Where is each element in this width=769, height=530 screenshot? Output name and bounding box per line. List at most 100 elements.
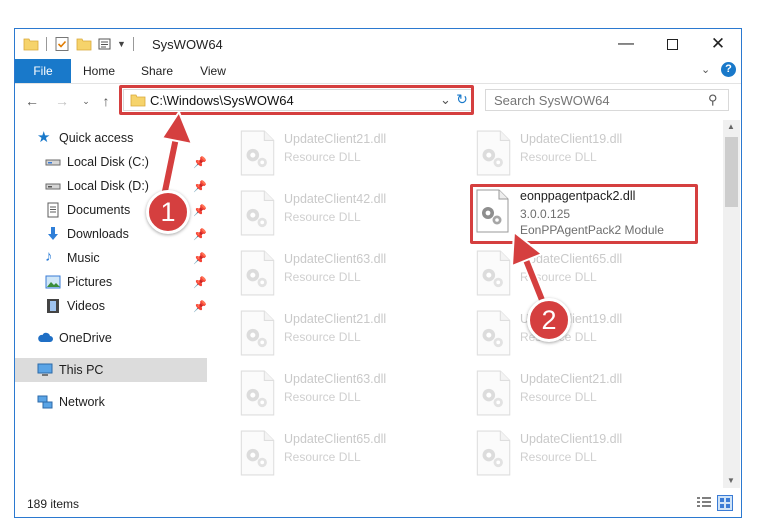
file-tile[interactable]: UpdateClient42.dll Resource DLL: [238, 186, 468, 240]
pin-icon[interactable]: 📌: [193, 228, 207, 241]
callout-badge-1: 1: [146, 190, 190, 234]
star-icon: ★: [37, 129, 51, 146]
sidebar-item-label: This PC: [59, 363, 104, 377]
cloud-icon: [38, 332, 53, 342]
drive-icon: [45, 159, 61, 166]
vertical-scrollbar[interactable]: ▲ ▼: [723, 120, 740, 488]
file-tile[interactable]: UpdateClient21.dll Resource DLL: [474, 366, 704, 420]
sidebar-item-label: Network: [59, 395, 105, 409]
sidebar-item-videos[interactable]: Videos 📌: [15, 294, 207, 318]
dll-file-icon: [476, 310, 511, 356]
file-name: UpdateClient21.dll: [284, 312, 387, 326]
pictures-icon: [45, 275, 61, 289]
details-view-icon[interactable]: [697, 497, 711, 509]
arrow-left-icon: ←: [25, 93, 39, 109]
new-folder-icon[interactable]: [76, 36, 92, 52]
quick-access-toolbar: ▼: [23, 35, 141, 53]
minimize-icon: —: [618, 35, 634, 52]
file-name: UpdateClient19.dll: [520, 432, 623, 446]
sidebar-item-label: Pictures: [67, 275, 113, 289]
tab-file[interactable]: File: [15, 59, 71, 83]
file-name: UpdateClient63.dll: [284, 372, 387, 386]
drive-icon: [45, 183, 61, 190]
customize-toolbar-icon[interactable]: [98, 36, 114, 52]
dll-file-icon: [476, 430, 511, 476]
scrollbar-thumb[interactable]: [725, 137, 738, 207]
sidebar-item-music[interactable]: ♪ Music 📌: [15, 246, 207, 270]
arrow-right-icon: →: [55, 93, 69, 109]
search-icon: ⚲: [708, 92, 718, 107]
sidebar-item-onedrive[interactable]: OneDrive: [15, 326, 207, 350]
pin-icon[interactable]: 📌: [193, 276, 207, 289]
large-icons-view-icon[interactable]: [717, 495, 733, 511]
title-bar: ▼ SysWOW64 — ✕: [15, 29, 741, 59]
file-tile[interactable]: UpdateClient19.dll Resource DLL: [474, 426, 704, 480]
close-button[interactable]: ✕: [695, 29, 741, 59]
file-type: Resource DLL: [284, 390, 361, 404]
properties-check-icon[interactable]: [54, 36, 70, 52]
file-name: UpdateClient21.dll: [284, 132, 387, 146]
close-icon: ✕: [710, 34, 726, 53]
sidebar-item-this-pc[interactable]: This PC: [15, 358, 207, 382]
scroll-up-icon[interactable]: ▲: [727, 122, 735, 131]
forward-button[interactable]: →: [53, 92, 71, 110]
file-name: UpdateClient19.dll: [520, 132, 623, 146]
tab-home[interactable]: Home: [77, 59, 121, 83]
toolbar-separator: [46, 37, 47, 51]
dll-file-icon: [240, 310, 275, 356]
sidebar-item-label: OneDrive: [59, 331, 112, 345]
file-tile[interactable]: UpdateClient19.dllResource DLL: [474, 306, 704, 360]
computer-monitor-icon: [37, 363, 53, 376]
status-bar: 189 items: [15, 490, 741, 517]
dll-file-icon: [240, 430, 275, 476]
file-tile[interactable]: UpdateClient21.dll Resource DLL: [238, 126, 468, 180]
dll-file-icon: [240, 190, 275, 236]
arrow-up-icon: ↑: [102, 93, 110, 109]
pin-icon[interactable]: 📌: [193, 204, 207, 217]
film-strip-icon: [47, 299, 59, 313]
explorer-window: ▼ SysWOW64 — ✕ File Home Share View ⌄ ? …: [0, 0, 769, 530]
window-title: SysWOW64: [152, 37, 223, 52]
file-name: UpdateClient21.dll: [520, 372, 623, 386]
file-tile[interactable]: UpdateClient63.dll Resource DLL: [238, 366, 468, 420]
toolbar-separator: [132, 37, 134, 51]
help-icon[interactable]: ?: [721, 62, 736, 77]
sidebar-item-pictures[interactable]: Pictures 📌: [15, 270, 207, 294]
pin-icon[interactable]: 📌: [193, 252, 207, 265]
pin-icon[interactable]: 📌: [193, 300, 207, 313]
file-tile[interactable]: UpdateClient65.dll Resource DLL: [238, 426, 468, 480]
file-tile[interactable]: UpdateClient19.dll Resource DLL: [474, 126, 704, 180]
tab-share[interactable]: Share: [135, 59, 179, 83]
file-type: Resource DLL: [520, 450, 597, 464]
file-type: Resource DLL: [520, 150, 597, 164]
music-note-icon: ♪: [45, 248, 53, 265]
file-tile[interactable]: UpdateClient63.dll Resource DLL: [238, 246, 468, 300]
tab-view[interactable]: View: [193, 59, 233, 83]
sidebar-item-label: Videos: [67, 299, 105, 313]
maximize-icon: [666, 38, 678, 50]
search-box[interactable]: ⚲: [485, 89, 729, 111]
dll-file-icon: [240, 250, 275, 296]
callout-arrow-1: [159, 111, 193, 200]
expand-ribbon-icon[interactable]: ⌄: [701, 63, 710, 76]
file-name: UpdateClient42.dll: [284, 192, 387, 206]
documents-icon: [47, 202, 59, 218]
file-list: UpdateClient21.dll Resource DLL UpdateClie…: [210, 120, 723, 488]
folder-icon[interactable]: [23, 36, 39, 52]
maximize-button[interactable]: [649, 29, 695, 59]
up-button[interactable]: ↑: [97, 92, 115, 110]
chevron-down-icon[interactable]: ▼: [117, 39, 126, 49]
sidebar-item-label: Quick access: [59, 131, 134, 145]
file-name: UpdateClient63.dll: [284, 252, 387, 266]
scroll-down-icon[interactable]: ▼: [727, 476, 735, 485]
sidebar-item-network[interactable]: Network: [15, 390, 207, 414]
search-input[interactable]: [494, 92, 694, 108]
back-button[interactable]: ←: [23, 92, 41, 110]
minimize-button[interactable]: —: [603, 29, 649, 59]
sidebar-item-label: Local Disk (C:): [67, 155, 149, 169]
file-tile[interactable]: UpdateClient21.dll Resource DLL: [238, 306, 468, 360]
sidebar-item-label: Documents: [67, 203, 131, 217]
dll-file-icon: [240, 370, 275, 416]
recent-locations-button[interactable]: ⌄: [77, 92, 95, 110]
file-type: Resource DLL: [284, 450, 361, 464]
